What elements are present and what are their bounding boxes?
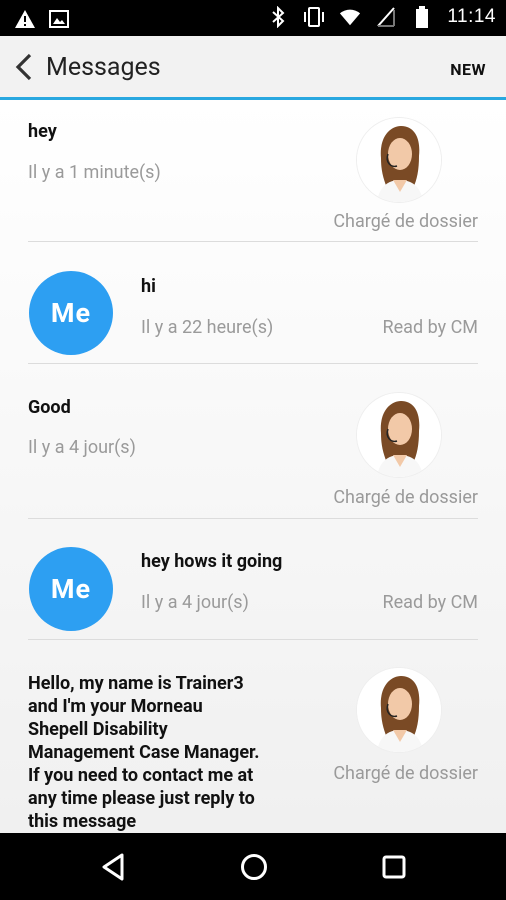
divider: [28, 241, 478, 242]
message-text: hey hows it going: [141, 551, 283, 572]
message-text: Hello, my name is Trainer3 and I'm your …: [28, 673, 260, 832]
nav-back-button[interactable]: [98, 851, 130, 883]
wifi-icon: [339, 6, 361, 28]
recents-square-icon: [382, 855, 406, 879]
status-time: 11:14: [447, 6, 496, 27]
message-time: Il y a 1 minute(s): [28, 162, 161, 183]
warning-icon: [14, 8, 36, 30]
system-nav-bar: [0, 833, 506, 900]
divider: [28, 363, 478, 364]
message-time: Il y a 22 heure(s): [141, 317, 274, 338]
message-list[interactable]: hey Il y a 1 minute(s) Chargé de dossier…: [0, 100, 506, 833]
case-manager-photo-icon: [357, 668, 441, 752]
case-manager-avatar: [357, 668, 441, 752]
back-button[interactable]: [12, 52, 36, 82]
chevron-left-icon: [15, 53, 32, 81]
bluetooth-icon: [267, 6, 289, 28]
image-icon: [48, 8, 70, 30]
vibrate-icon: [303, 6, 325, 28]
no-sim-icon: [375, 6, 397, 28]
back-triangle-icon: [102, 853, 124, 881]
status-bar: 11:14: [0, 0, 506, 36]
sender-label: Chargé de dossier: [333, 487, 478, 508]
message-time: Il y a 4 jour(s): [141, 592, 249, 613]
nav-recents-button[interactable]: [378, 851, 410, 883]
sender-label: Chargé de dossier: [333, 763, 478, 784]
new-message-button[interactable]: NEW: [450, 60, 486, 79]
case-manager-avatar: [357, 393, 441, 477]
home-circle-icon: [241, 854, 267, 880]
case-manager-avatar: [357, 118, 441, 202]
case-manager-photo-icon: [357, 118, 441, 202]
message-time: Il y a 4 jour(s): [28, 437, 136, 458]
app-bar: Messages NEW: [0, 36, 506, 100]
page-title: Messages: [46, 53, 161, 82]
message-text: Good: [28, 397, 71, 418]
divider: [28, 639, 478, 640]
message-text: hi: [141, 276, 156, 297]
case-manager-photo-icon: [357, 393, 441, 477]
me-avatar: Me: [29, 271, 113, 355]
message-text: hey: [28, 121, 57, 142]
divider: [28, 518, 478, 519]
battery-icon: [411, 6, 433, 28]
me-avatar: Me: [29, 547, 113, 631]
read-status: Read by CM: [382, 592, 478, 613]
read-status: Read by CM: [382, 317, 478, 338]
nav-home-button[interactable]: [238, 851, 270, 883]
sender-label: Chargé de dossier: [333, 211, 478, 232]
